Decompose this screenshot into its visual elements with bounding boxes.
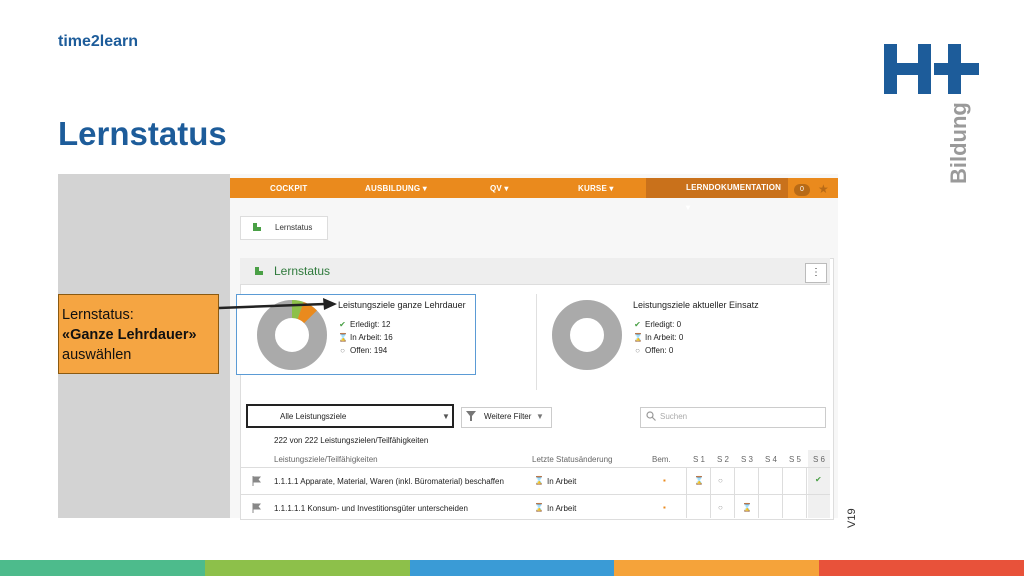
- filter-icon: [466, 411, 476, 421]
- nav-qv[interactable]: QV ▾: [490, 184, 509, 193]
- star-icon[interactable]: ★: [818, 182, 829, 196]
- brand-label: time2learn: [58, 33, 139, 50]
- search-placeholder[interactable]: Suchen: [660, 412, 687, 421]
- col-line: [734, 467, 735, 518]
- stat-label: Offen:: [350, 346, 372, 355]
- stripe: [0, 560, 205, 576]
- breadcrumb-label[interactable]: Lernstatus: [275, 223, 312, 232]
- row-status: In Arbeit: [547, 477, 577, 486]
- more-menu-button[interactable]: ⋮: [805, 263, 827, 283]
- hourglass-icon: ⌛: [338, 333, 348, 342]
- stat-row-arbeit: ⌛ In Arbeit: 0: [633, 333, 683, 342]
- comment-icon[interactable]: ▪: [663, 503, 666, 512]
- check-icon: ✔: [634, 320, 641, 329]
- callout-box: Lernstatus: «Ganze Lehrdauer» auswählen: [58, 294, 219, 374]
- row-text: 1.1.1.1.1 Konsum- und Investitionsgüter …: [274, 504, 468, 513]
- circle-icon: ○: [340, 346, 345, 355]
- hourglass-icon[interactable]: ⌛: [694, 476, 704, 485]
- color-stripes: [0, 560, 1024, 576]
- th-bem[interactable]: Bem.: [652, 455, 671, 464]
- leistungsziele-select[interactable]: [246, 404, 454, 428]
- stat-value: 0: [668, 346, 674, 355]
- check-icon[interactable]: ✔: [815, 475, 822, 484]
- logo-text: Bildung: [946, 102, 971, 184]
- stat-value: 0: [678, 333, 684, 342]
- nav-kurse[interactable]: KURSE ▾: [578, 184, 614, 193]
- stat-row-offen: ○ Offen: 0: [633, 346, 673, 355]
- callout-arrow: [219, 298, 337, 310]
- stat-value: 16: [383, 333, 393, 342]
- table-line: [240, 494, 830, 495]
- stat-label: In Arbeit:: [350, 333, 382, 342]
- flag-icon[interactable]: [252, 503, 261, 513]
- search-icon: [646, 411, 656, 421]
- callout-line2: «Ganze Lehrdauer»: [62, 327, 197, 343]
- hourglass-icon: ⌛: [534, 476, 544, 485]
- callout-line1: Lernstatus:: [62, 307, 134, 323]
- stripe: [204, 560, 410, 576]
- stat-row-offen: ○ Offen: 194: [338, 346, 387, 355]
- stripe: [614, 560, 820, 576]
- stat-row-arbeit: ⌛ In Arbeit: 16: [338, 333, 393, 342]
- hourglass-icon: ⌛: [534, 503, 544, 512]
- notification-badge[interactable]: 0: [794, 184, 810, 196]
- donut-chart-einsatz: [552, 300, 622, 370]
- circle-icon[interactable]: ○: [718, 476, 723, 485]
- th-s6[interactable]: S 6: [813, 455, 825, 464]
- check-icon: ✔: [339, 320, 346, 329]
- col-line: [710, 467, 711, 518]
- th-ziele[interactable]: Leistungsziele/Teilfähigkeiten: [274, 455, 378, 464]
- top-nav: COCKPIT AUSBILDUNG ▾ QV ▾ KURSE ▾ LERNDO…: [230, 178, 838, 212]
- result-count: 222 von 222 Leistungszielen/Teilfähigkei…: [274, 436, 429, 445]
- select-value[interactable]: Alle Leistungsziele: [280, 412, 346, 421]
- col-line: [782, 467, 783, 518]
- hplus-logo: Bildung: [884, 44, 979, 184]
- row-text: 1.1.1.1 Apparate, Material, Waren (inkl.…: [274, 477, 504, 486]
- flag-icon[interactable]: [252, 476, 261, 486]
- progress-flag-icon: [255, 267, 263, 275]
- th-s5[interactable]: S 5: [789, 455, 801, 464]
- version-label: V19: [846, 508, 858, 528]
- page-title: Lernstatus: [58, 115, 227, 152]
- nav-cockpit[interactable]: COCKPIT: [270, 184, 307, 193]
- stat-label: Erledigt:: [350, 320, 380, 329]
- row-status: In Arbeit: [547, 504, 577, 513]
- col-line: [806, 467, 807, 518]
- hourglass-icon[interactable]: ⌛: [742, 503, 752, 512]
- stat-row-erledigt: ✔ Erledigt: 12: [338, 320, 391, 329]
- comment-icon[interactable]: ▪: [663, 476, 666, 485]
- stat-label: In Arbeit:: [645, 333, 677, 342]
- stat-label: Erledigt:: [645, 320, 675, 329]
- col-line: [758, 467, 759, 518]
- stripe: [409, 560, 615, 576]
- table-line: [240, 467, 830, 468]
- th-s1[interactable]: S 1: [693, 455, 705, 464]
- caret-down-icon[interactable]: ▼: [536, 412, 544, 421]
- stat-value: 194: [373, 346, 388, 355]
- th-status[interactable]: Letzte Statusänderung: [532, 455, 613, 464]
- stat-title: Leistungsziele aktueller Einsatz: [633, 300, 759, 310]
- caret-down-icon[interactable]: ▼: [442, 412, 450, 421]
- stat-row-erledigt: ✔ Erledigt: 0: [633, 320, 681, 329]
- circle-icon[interactable]: ○: [718, 503, 723, 512]
- more-filter-label[interactable]: Weitere Filter: [484, 412, 531, 421]
- col-line: [686, 467, 687, 518]
- stat-label: Offen:: [645, 346, 667, 355]
- panel-title: Lernstatus: [274, 264, 331, 278]
- progress-flag-icon: [253, 223, 261, 231]
- stat-value: 12: [381, 320, 391, 329]
- th-s4[interactable]: S 4: [765, 455, 777, 464]
- th-s3[interactable]: S 3: [741, 455, 753, 464]
- stat-value: 0: [676, 320, 682, 329]
- nav-lerndokumentation[interactable]: LERNDOKUMENTATION ▾: [646, 178, 788, 212]
- circle-icon: ○: [635, 346, 640, 355]
- th-s2[interactable]: S 2: [717, 455, 729, 464]
- stat-title: Leistungsziele ganze Lehrdauer: [338, 300, 466, 310]
- callout-line3: auswählen: [62, 347, 132, 363]
- nav-ausbildung[interactable]: AUSBILDUNG ▾: [365, 184, 427, 193]
- divider: [536, 294, 537, 390]
- stripe: [819, 560, 1024, 576]
- hourglass-icon: ⌛: [633, 333, 643, 342]
